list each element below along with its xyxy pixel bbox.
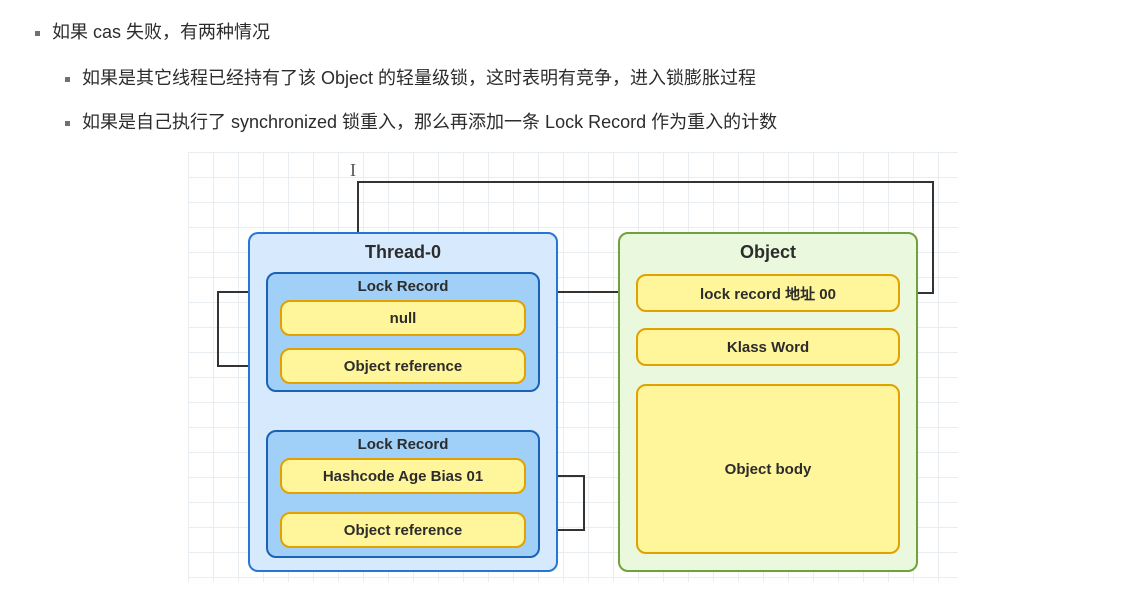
slot-text: Hashcode Age Bias 01 (323, 468, 483, 485)
bullet-text: 如果是其它线程已经持有了该 Object 的轻量级锁，这时表明有竞争，进入锁膨胀… (82, 68, 756, 88)
lock-record-title: Lock Record (358, 278, 449, 295)
object-title: Object (740, 242, 796, 263)
thread-title: Thread-0 (365, 242, 441, 263)
bullet-subitem: 如果是自己执行了 synchronized 锁重入，那么再添加一条 Lock R… (82, 108, 1116, 134)
object-markword-slot: lock record 地址 00 (636, 274, 900, 312)
slot-text: Object reference (344, 358, 462, 375)
slot-text: Klass Word (727, 339, 809, 356)
bullet-subitem: 如果是其它线程已经持有了该 Object 的轻量级锁，这时表明有竞争，进入锁膨胀… (82, 64, 1116, 90)
lock-record-slot-objref: Object reference (280, 512, 526, 548)
bullet-text: 如果 cas 失败，有两种情况 (52, 22, 270, 42)
lock-record-slot-objref: Object reference (280, 348, 526, 384)
object-body-slot: Object body (636, 384, 900, 554)
slot-text: lock record 地址 00 (700, 283, 836, 304)
lock-record-title: Lock Record (358, 436, 449, 453)
slot-text: Object reference (344, 522, 462, 539)
object-klass-slot: Klass Word (636, 328, 900, 366)
slot-text: null (390, 310, 417, 327)
slot-text: Object body (725, 461, 812, 478)
bullet-text: 如果是自己执行了 synchronized 锁重入，那么再添加一条 Lock R… (82, 112, 777, 132)
lock-record-slot-null: null (280, 300, 526, 336)
diagram: Thread-0 Lock Record null Object referen… (188, 152, 958, 582)
bullet-item: 如果 cas 失败，有两种情况 如果是其它线程已经持有了该 Object 的轻量… (52, 18, 1116, 134)
bullet-sublist: 如果是其它线程已经持有了该 Object 的轻量级锁，这时表明有竞争，进入锁膨胀… (52, 64, 1116, 134)
lock-record-slot-hashcode: Hashcode Age Bias 01 (280, 458, 526, 494)
bullet-list: 如果 cas 失败，有两种情况 如果是其它线程已经持有了该 Object 的轻量… (30, 18, 1116, 134)
